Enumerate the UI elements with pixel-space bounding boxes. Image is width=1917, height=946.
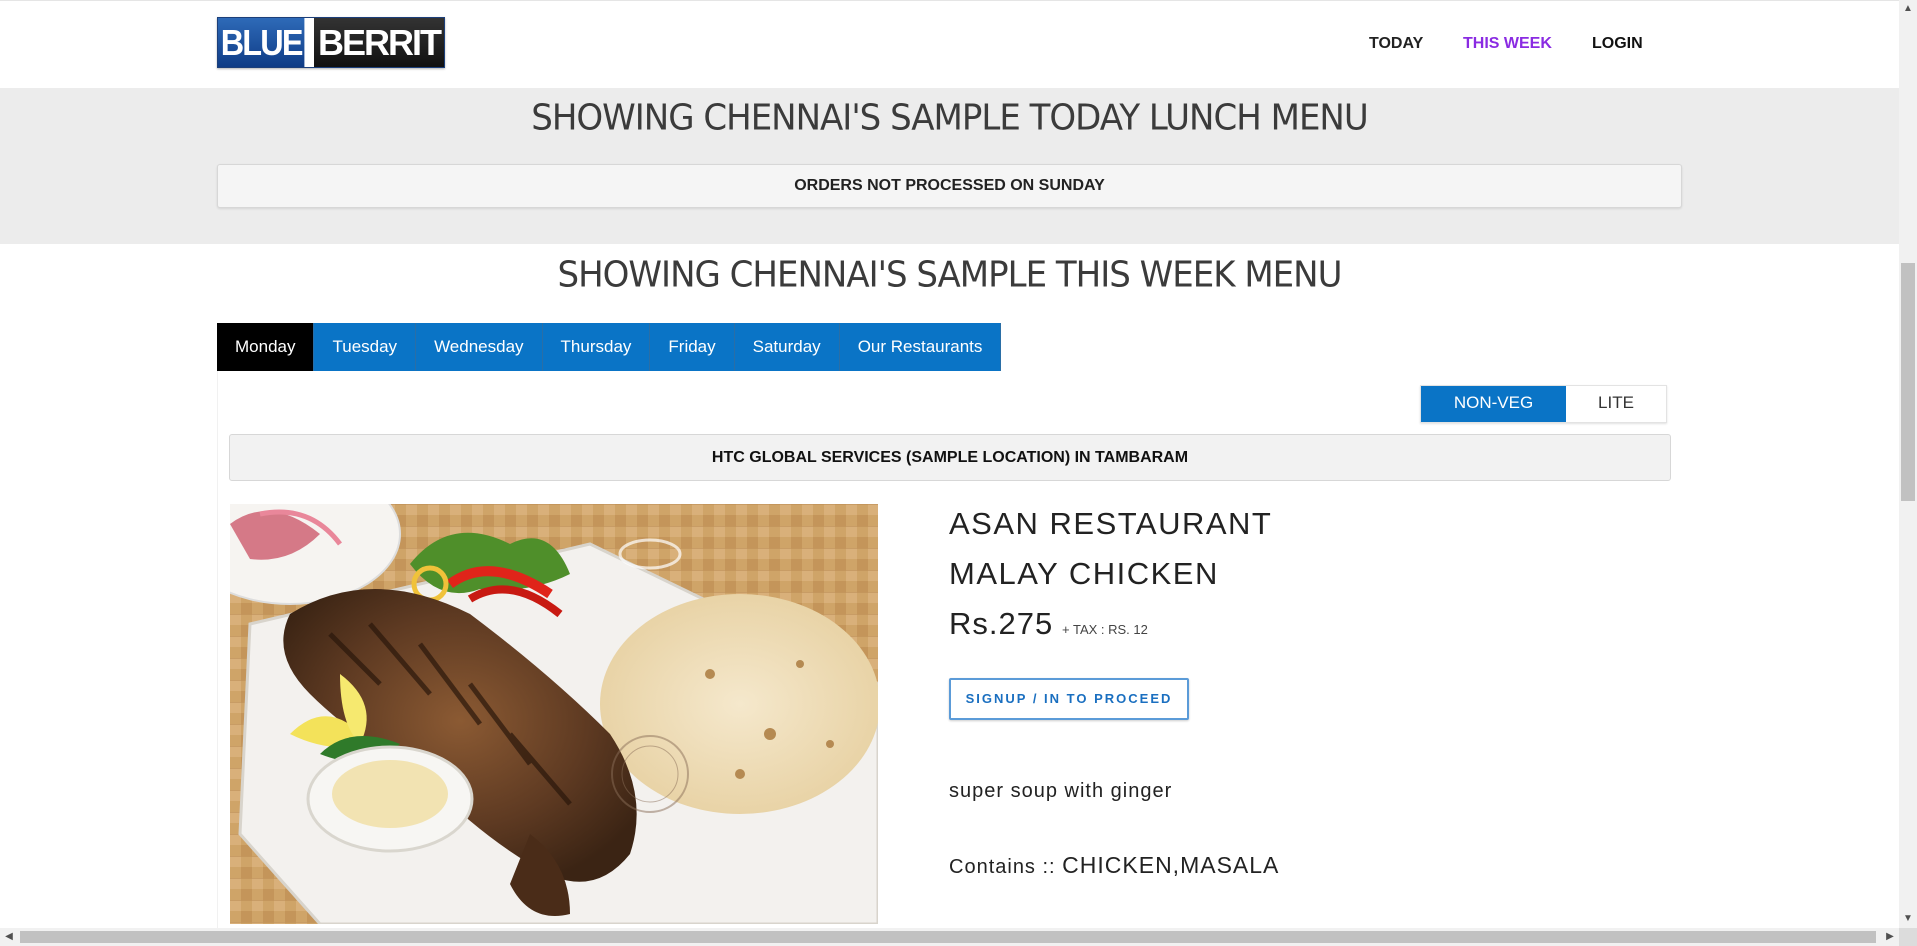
horizontal-scroll-thumb[interactable] [20, 931, 1876, 943]
scroll-up-icon[interactable]: ▲ [1899, 0, 1917, 18]
nav-this-week[interactable]: THIS WEEK [1463, 35, 1552, 53]
diet-filter-toggle: NON-VEG LITE [1420, 385, 1667, 423]
tab-monday[interactable]: Monday [217, 323, 315, 371]
nav-today[interactable]: TODAY [1369, 35, 1423, 53]
scroll-down-icon[interactable]: ▼ [1899, 910, 1917, 928]
filter-non-veg[interactable]: NON-VEG [1421, 386, 1566, 422]
dish-ingredients: Contains :: CHICKEN,MASALA [949, 852, 1279, 879]
dish-description: super soup with ginger [949, 780, 1173, 802]
contains-value: CHICKEN,MASALA [1062, 852, 1280, 878]
dish-name: MALAY CHICKEN [949, 556, 1219, 591]
tab-thursday[interactable]: Thursday [542, 323, 651, 371]
scroll-right-icon[interactable]: ▶ [1881, 928, 1899, 946]
blueberrit-logo[interactable]: BLUE BERRIT [217, 17, 445, 68]
vertical-scroll-thumb[interactable] [1901, 263, 1915, 501]
week-menu-title: SHOWING CHENNAI'S SAMPLE THIS WEEK MENU [557, 254, 1343, 296]
dish-price: Rs.275 [949, 606, 1054, 641]
tab-saturday[interactable]: Saturday [734, 323, 840, 371]
restaurant-name: ASAN RESTAURANT [949, 506, 1273, 541]
horizontal-scrollbar[interactable]: ◀ ▶ [0, 928, 1899, 946]
dish-image [230, 504, 878, 924]
contains-label: Contains :: [949, 856, 1056, 878]
signup-button[interactable]: SIGNUP / IN TO PROCEED [949, 678, 1189, 720]
tab-tuesday[interactable]: Tuesday [314, 323, 417, 371]
nav-login[interactable]: LOGIN [1592, 35, 1643, 53]
day-tabs: Monday Tuesday Wednesday Thursday Friday… [217, 323, 1002, 371]
filter-lite[interactable]: LITE [1566, 386, 1666, 422]
malay-chicken-photo [230, 504, 878, 924]
sunday-notice: ORDERS NOT PROCESSED ON SUNDAY [217, 164, 1682, 208]
tab-our-restaurants[interactable]: Our Restaurants [839, 323, 1002, 371]
tab-wednesday[interactable]: Wednesday [416, 323, 543, 371]
tab-friday[interactable]: Friday [650, 323, 735, 371]
vertical-scrollbar[interactable]: ▲ ▼ [1899, 0, 1917, 928]
tax-amount: + TAX : RS. 12 [1062, 622, 1148, 637]
today-menu-title: SHOWING CHENNAI'S SAMPLE TODAY LUNCH MEN… [531, 97, 1369, 139]
page: BLUE BERRIT TODAY THIS WEEK LOGIN SHOWIN… [0, 0, 1899, 928]
logo-berrit-text: BERRIT [314, 18, 444, 67]
scroll-left-icon[interactable]: ◀ [0, 928, 18, 946]
logo-blue-text: BLUE [218, 18, 305, 67]
location-banner: HTC GLOBAL SERVICES (SAMPLE LOCATION) IN… [229, 434, 1671, 481]
scrollbar-corner [1899, 928, 1917, 946]
site-header: BLUE BERRIT TODAY THIS WEEK LOGIN [0, 0, 1899, 89]
